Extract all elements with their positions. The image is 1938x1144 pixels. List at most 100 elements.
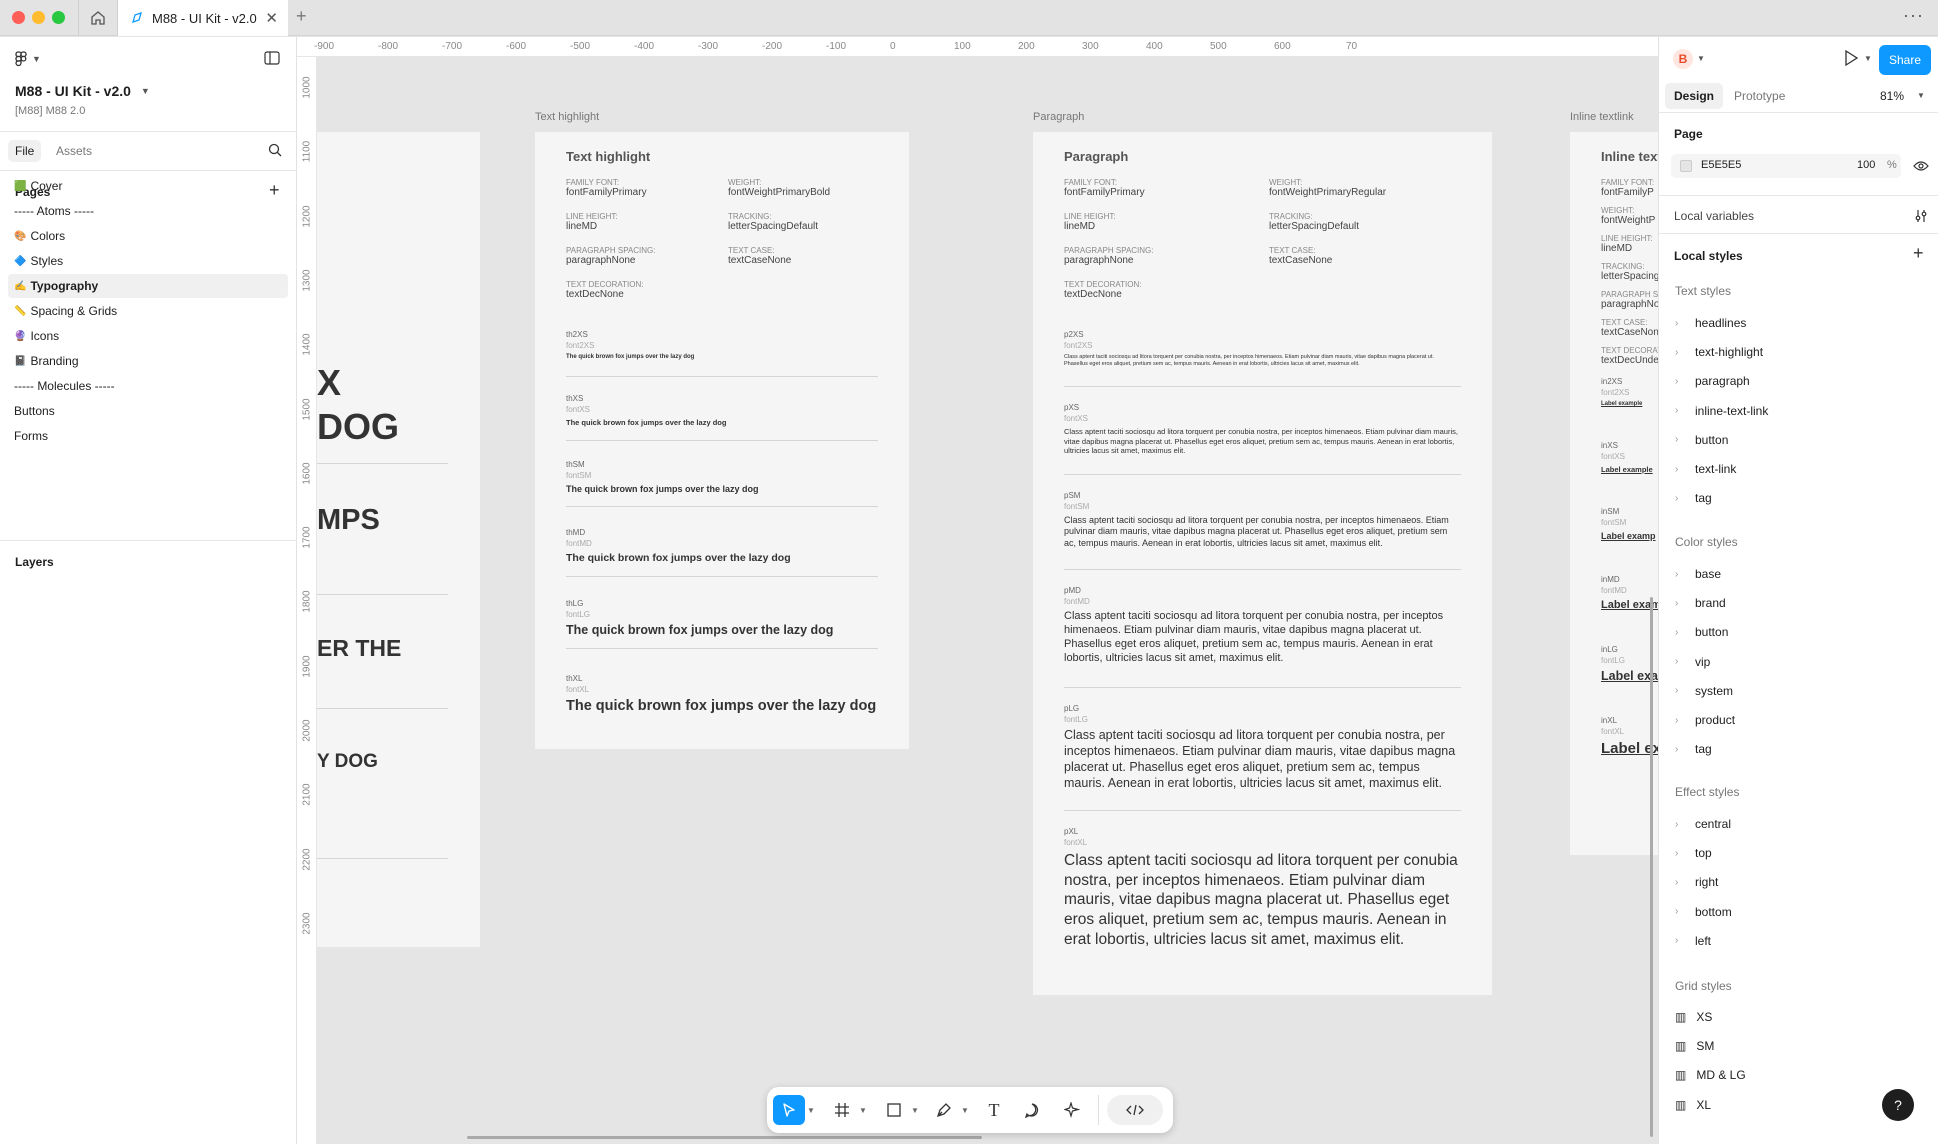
page-item[interactable]: ----- Molecules ----- bbox=[8, 374, 288, 398]
close-window-button[interactable] bbox=[12, 11, 25, 24]
file-tab[interactable]: M88 - UI Kit - v2.0 ✕ bbox=[118, 0, 288, 36]
divider bbox=[1659, 112, 1938, 113]
divider bbox=[317, 594, 448, 595]
more-options-icon[interactable]: ··· bbox=[1903, 5, 1924, 26]
dev-mode-toggle[interactable] bbox=[1107, 1095, 1163, 1125]
style-item[interactable]: › central bbox=[1675, 817, 1731, 831]
page-item[interactable]: 📏 Spacing & Grids bbox=[8, 299, 288, 323]
style-item[interactable]: ▥ MD & LG bbox=[1675, 1068, 1746, 1082]
bottom-toolbar: ▼ ▼ ▼ ▼ T bbox=[767, 1087, 1173, 1133]
style-item[interactable]: ▥ XL bbox=[1675, 1098, 1711, 1112]
share-button[interactable]: Share bbox=[1879, 45, 1931, 75]
style-item[interactable]: › product bbox=[1675, 713, 1735, 727]
paragraph-frame[interactable]: Paragraph Family font: fontFamilyPrimary W… bbox=[1033, 132, 1492, 995]
ruler-tick: -700 bbox=[442, 41, 463, 52]
chevron-down-icon[interactable]: ▼ bbox=[1864, 54, 1872, 63]
tab-prototype[interactable]: Prototype bbox=[1734, 89, 1785, 103]
page-opacity-value[interactable]: 100 bbox=[1857, 159, 1875, 171]
comment-tool-button[interactable] bbox=[1017, 1095, 1047, 1125]
canvas[interactable]: X DOG MPS ER THE Y DOG Text highlight Te… bbox=[317, 57, 1658, 1144]
inline-textlink-frame[interactable]: Inline text Family font: fontFamilyP Weigh… bbox=[1570, 132, 1658, 855]
style-item[interactable]: › button bbox=[1675, 625, 1728, 639]
page-item[interactable]: 🟩 Cover bbox=[8, 174, 288, 198]
style-item[interactable]: › tag bbox=[1675, 742, 1712, 756]
divider bbox=[566, 376, 878, 377]
page-item[interactable]: 📓 Branding bbox=[8, 349, 288, 373]
page-item[interactable]: Buttons bbox=[8, 399, 288, 423]
page-color-value[interactable]: E5E5E5 bbox=[1701, 159, 1741, 171]
page-fill-field[interactable]: E5E5E5 100 % bbox=[1671, 154, 1901, 178]
chevron-down-icon[interactable]: ▼ bbox=[805, 1095, 817, 1125]
divider bbox=[1064, 474, 1461, 475]
style-item[interactable]: › inline-text-link bbox=[1675, 404, 1768, 418]
code-icon bbox=[1126, 1104, 1144, 1116]
shape-tool-button[interactable] bbox=[879, 1095, 909, 1125]
page-item[interactable]: 🎨 Colors bbox=[8, 224, 288, 248]
color-swatch[interactable] bbox=[1680, 160, 1692, 172]
style-item[interactable]: › system bbox=[1675, 684, 1733, 698]
home-button[interactable] bbox=[78, 0, 118, 36]
page-item[interactable]: ----- Atoms ----- bbox=[8, 199, 288, 223]
zoom-level[interactable]: 81% bbox=[1880, 89, 1904, 103]
text-highlight-frame[interactable]: Text highlight Family font: fontFamilyPri… bbox=[535, 132, 909, 749]
style-item[interactable]: › left bbox=[1675, 934, 1711, 948]
style-item[interactable]: › right bbox=[1675, 875, 1718, 889]
style-item[interactable]: › vip bbox=[1675, 655, 1710, 669]
token-name: pXL bbox=[1064, 827, 1079, 836]
spec-value: lineMD bbox=[566, 221, 598, 232]
page-item[interactable]: Forms bbox=[8, 424, 288, 448]
visibility-toggle[interactable] bbox=[1913, 159, 1929, 177]
spec-value: paragraphNone bbox=[566, 255, 636, 266]
style-item-label: tag bbox=[1695, 742, 1712, 757]
spec-value: lineMD bbox=[1064, 221, 1096, 232]
avatar[interactable]: B bbox=[1673, 49, 1693, 69]
style-item[interactable]: › top bbox=[1675, 846, 1712, 860]
style-item[interactable]: ▥ SM bbox=[1675, 1039, 1714, 1053]
tab-design[interactable]: Design bbox=[1665, 83, 1724, 109]
link-sample: Label example bbox=[1601, 401, 1643, 407]
frame-label-inline-textlink: Inline textlink bbox=[1570, 111, 1634, 123]
page-item[interactable]: 🔷 Styles bbox=[8, 249, 288, 273]
chevron-down-icon[interactable]: ▼ bbox=[959, 1095, 971, 1125]
style-item[interactable]: › paragraph bbox=[1675, 374, 1750, 388]
style-item[interactable]: › brand bbox=[1675, 596, 1726, 610]
chevron-down-icon[interactable]: ▼ bbox=[1697, 54, 1705, 63]
local-variables-link[interactable]: Local variables bbox=[1674, 209, 1754, 223]
vertical-scrollbar[interactable] bbox=[1650, 597, 1653, 1137]
horizontal-scrollbar[interactable] bbox=[467, 1136, 982, 1139]
maximize-window-button[interactable] bbox=[52, 11, 65, 24]
ai-actions-button[interactable] bbox=[1057, 1095, 1087, 1125]
style-group-title: Text styles bbox=[1675, 284, 1732, 298]
style-item[interactable]: ▥ XS bbox=[1675, 1010, 1712, 1024]
move-tool-button[interactable] bbox=[773, 1095, 805, 1125]
text-tool-button[interactable]: T bbox=[979, 1095, 1009, 1125]
headlines-frame[interactable]: X DOG MPS ER THE Y DOG bbox=[317, 132, 480, 947]
style-item[interactable]: › tag bbox=[1675, 491, 1712, 505]
page-item[interactable]: ✍️ Typography bbox=[8, 274, 288, 298]
add-style-icon[interactable]: + bbox=[1913, 243, 1924, 264]
page-emoji-icon: 🎨 bbox=[14, 230, 27, 242]
divider bbox=[317, 858, 448, 859]
help-button[interactable]: ? bbox=[1882, 1089, 1914, 1121]
chevron-down-icon[interactable]: ▼ bbox=[1917, 91, 1925, 100]
pen-tool-button[interactable] bbox=[929, 1095, 959, 1125]
chevron-down-icon[interactable]: ▼ bbox=[909, 1095, 921, 1125]
chevron-down-icon[interactable]: ▼ bbox=[857, 1095, 869, 1125]
style-item[interactable]: › bottom bbox=[1675, 905, 1732, 919]
style-item[interactable]: › text-link bbox=[1675, 462, 1736, 476]
spec-key: Line height: bbox=[1601, 234, 1653, 243]
token-name: inMD bbox=[1601, 575, 1620, 584]
style-item[interactable]: › text-highlight bbox=[1675, 345, 1763, 359]
style-item[interactable]: › headlines bbox=[1675, 316, 1746, 330]
sample-text: The quick brown fox jumps over the lazy … bbox=[566, 354, 695, 360]
style-item[interactable]: › base bbox=[1675, 567, 1721, 581]
close-tab-icon[interactable]: ✕ bbox=[265, 9, 278, 27]
present-button[interactable] bbox=[1843, 49, 1859, 72]
page-item[interactable]: 🔮 Icons bbox=[8, 324, 288, 348]
style-item[interactable]: › button bbox=[1675, 433, 1728, 447]
frame-tool-button[interactable] bbox=[827, 1095, 857, 1125]
new-tab-button[interactable]: + bbox=[296, 6, 307, 27]
ruler-tick: 2200 bbox=[301, 847, 313, 871]
variables-settings-button[interactable] bbox=[1914, 209, 1928, 228]
minimize-window-button[interactable] bbox=[32, 11, 45, 24]
